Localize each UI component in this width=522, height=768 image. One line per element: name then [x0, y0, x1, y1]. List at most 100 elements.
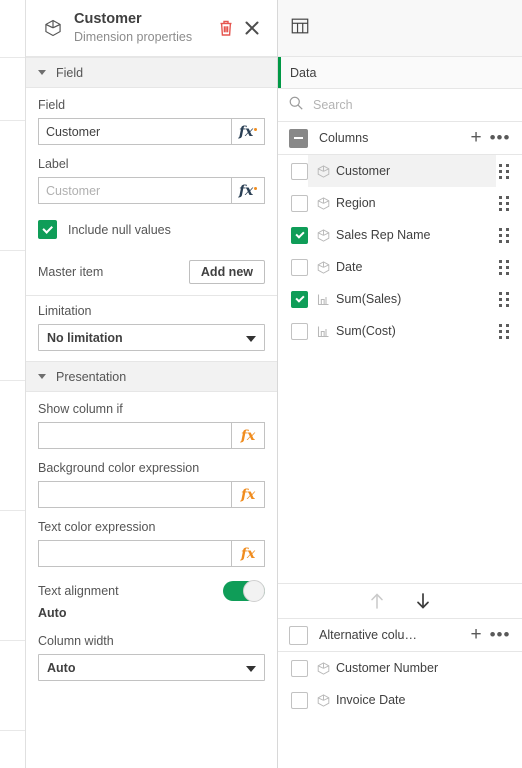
drag-handle-icon[interactable]: [496, 226, 512, 244]
alternative-columns-group-header: Alternative colu… + •••: [278, 619, 522, 652]
label-group: Label fx: [26, 147, 277, 206]
include-null-values-checkbox[interactable]: [38, 220, 57, 239]
field-input[interactable]: [38, 118, 231, 145]
move-up-button[interactable]: [365, 589, 389, 613]
drag-handle-icon[interactable]: [496, 162, 512, 180]
ellipsis-icon: •••: [489, 128, 511, 147]
column-checkbox[interactable]: [291, 194, 308, 212]
trash-icon[interactable]: [213, 15, 239, 41]
list-item[interactable]: Sum(Cost): [278, 315, 522, 347]
column-checkbox[interactable]: [291, 659, 308, 677]
page-title: Customer: [74, 11, 142, 27]
columns-group-header: Columns + •••: [278, 122, 522, 155]
limitation-label: Limitation: [38, 304, 92, 318]
move-column-toolbar: [278, 583, 522, 619]
columns-add-button[interactable]: +: [464, 126, 488, 150]
background-color-group: Background color expression fx: [26, 451, 277, 510]
drag-handle-icon[interactable]: [496, 322, 512, 340]
label-input[interactable]: [38, 177, 231, 204]
list-item[interactable]: Customer Number: [278, 652, 522, 684]
columns-more-button[interactable]: •••: [488, 126, 512, 150]
show-column-if-input[interactable]: [38, 422, 231, 449]
master-item-row: Master item Add new: [26, 251, 277, 296]
column-checkbox[interactable]: [291, 226, 308, 244]
text-color-expression-button[interactable]: fx: [231, 540, 265, 567]
text-color-input[interactable]: [38, 540, 231, 567]
include-null-values-row[interactable]: Include null values: [26, 206, 277, 251]
list-item[interactable]: Customer: [278, 155, 522, 187]
column-checkbox[interactable]: [291, 322, 308, 340]
column-row-hit-area[interactable]: Sum(Cost): [308, 315, 496, 347]
column-name: Sum(Cost): [336, 324, 396, 338]
limitation-group: Limitation No limitation: [26, 296, 277, 361]
chevron-down-icon: [246, 335, 256, 342]
chevron-down-icon: [38, 374, 46, 379]
section-header-field[interactable]: Field: [26, 57, 277, 88]
data-panel-toolbar: [278, 0, 522, 57]
label-expression-button[interactable]: fx: [231, 177, 265, 204]
text-color-row: fx: [38, 540, 265, 567]
field-expression-button[interactable]: fx: [231, 118, 265, 145]
data-header-title: Data: [290, 65, 317, 80]
limitation-select[interactable]: No limitation: [38, 324, 265, 351]
columns-list: Customer Region Sales Rep Name Date Sum(Sale…: [278, 155, 522, 347]
background-color-input[interactable]: [38, 481, 231, 508]
text-alignment-value: Auto: [38, 606, 67, 620]
show-column-if-expression-button[interactable]: fx: [231, 422, 265, 449]
columns-select-all-checkbox[interactable]: [289, 128, 308, 148]
column-row-hit-area[interactable]: Sum(Sales): [308, 283, 496, 315]
show-column-if-label: Show column if: [38, 402, 123, 416]
list-item[interactable]: Sales Rep Name: [278, 219, 522, 251]
page-subtitle: Dimension properties: [74, 30, 193, 44]
dimension-cube-icon: [310, 228, 336, 243]
column-checkbox[interactable]: [291, 162, 308, 180]
function-expression-icon: fx: [240, 427, 256, 444]
close-icon[interactable]: [239, 15, 265, 41]
section-header-presentation[interactable]: Presentation: [26, 361, 277, 392]
column-row-hit-area[interactable]: Customer: [308, 155, 496, 187]
column-width-selected-value: Auto: [47, 660, 76, 675]
limitation-selected-value: No limitation: [47, 330, 123, 345]
column-width-select[interactable]: Auto: [38, 654, 265, 681]
move-down-button[interactable]: [411, 589, 435, 613]
alternative-columns-more-button[interactable]: •••: [488, 623, 512, 647]
alternative-columns-list: Customer Number Invoice Date: [278, 652, 522, 716]
column-row-hit-area[interactable]: Region: [308, 187, 496, 219]
drag-handle-icon[interactable]: [496, 290, 512, 308]
drag-handle-icon[interactable]: [496, 194, 512, 212]
search-input[interactable]: [304, 98, 522, 112]
drag-handle-icon[interactable]: [496, 258, 512, 276]
plus-icon: +: [470, 624, 482, 645]
columns-list-empty-space: [278, 347, 522, 583]
alternative-columns-select-all-checkbox[interactable]: [289, 625, 308, 645]
column-name: Customer: [336, 164, 391, 178]
list-item[interactable]: Region: [278, 187, 522, 219]
dimension-cube-icon: [310, 196, 336, 211]
column-checkbox[interactable]: [291, 258, 308, 276]
column-row-hit-area[interactable]: Date: [308, 251, 496, 283]
column-row-hit-area[interactable]: Invoice Date: [308, 684, 512, 716]
column-checkbox[interactable]: [291, 691, 308, 709]
show-column-if-row: fx: [38, 422, 265, 449]
text-alignment-toggle[interactable]: [223, 580, 265, 602]
column-row-hit-area[interactable]: Customer Number: [308, 652, 512, 684]
column-name: Region: [336, 196, 376, 210]
add-new-button[interactable]: Add new: [188, 260, 265, 284]
chevron-down-icon: [246, 665, 256, 672]
section-label-field: Field: [56, 65, 84, 80]
column-row-hit-area[interactable]: Sales Rep Name: [308, 219, 496, 251]
background-color-expression-button[interactable]: fx: [231, 481, 265, 508]
alternative-columns-add-button[interactable]: +: [464, 623, 488, 647]
label-label: Label: [38, 157, 69, 171]
list-item[interactable]: Date: [278, 251, 522, 283]
list-item[interactable]: Invoice Date: [278, 684, 522, 716]
alternative-columns-group-label: Alternative colu…: [319, 628, 417, 642]
dimension-cube-icon: [310, 260, 336, 275]
column-width-group: Column width Auto: [26, 620, 277, 683]
text-alignment-label: Text alignment: [38, 584, 119, 598]
list-item[interactable]: Sum(Sales): [278, 283, 522, 315]
ellipsis-icon: •••: [489, 625, 511, 644]
table-chart-icon[interactable]: [290, 16, 310, 41]
column-name: Sum(Sales): [336, 292, 402, 306]
column-checkbox[interactable]: [291, 290, 308, 308]
